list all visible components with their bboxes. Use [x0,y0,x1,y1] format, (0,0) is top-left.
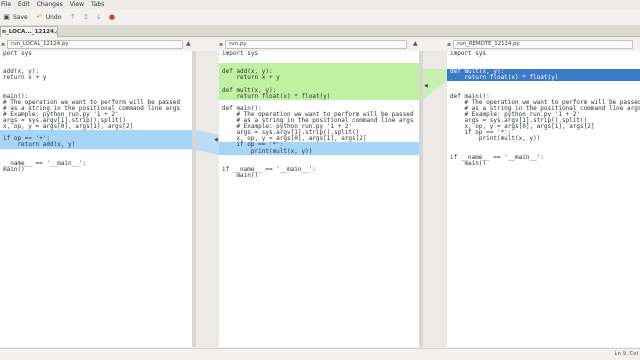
status-bar: Ln 9, Col [0,348,640,360]
tab-file[interactable]: n_LOCA..._12124.py [0,26,58,37]
menu-tabs[interactable]: Tabs [91,1,104,8]
left-link-map-svg: ◀ [196,130,219,155]
left-editor[interactable]: port sys add(x, y): return x + y main(): # T… [0,51,192,347]
left-file-field[interactable]: run_LOCAL_12124.py [7,39,184,49]
menu-bar: File Edit Changes View Tabs [0,0,640,9]
left-link-map: ◀ [196,51,219,347]
middle-editor[interactable]: import sys def add(x, y): return x + y def… [219,51,419,347]
code-line[interactable]: main() [0,166,192,173]
lock-icon[interactable]: ▲ [186,41,192,47]
previous-change-icon[interactable]: ↑ [69,13,76,21]
right-editor[interactable]: import sys def mult(x, y): return float(x… [447,51,640,347]
code-line[interactable]: main() [219,172,419,179]
right-file-field[interactable]: run_REMOTE_12124.py [453,39,634,49]
save-button[interactable]: ▣ Save [3,12,28,21]
cursor-position: Ln 9, Col [614,351,638,357]
code-line[interactable]: main() [447,160,640,167]
right-link-map-svg: ◀ [423,69,447,99]
file-icon: ▪ [1,40,6,48]
merge-icon[interactable]: ↓ [95,13,102,21]
tab-bar: n_LOCA..._12124.py [0,25,640,37]
middle-pane-header: ▪ run.py ▲ [219,38,423,50]
save-icon: ▣ [3,12,10,21]
middle-file-field[interactable]: run.py [225,39,408,49]
menu-edit[interactable]: Edit [18,1,30,8]
right-link-map: ◀ [423,51,447,347]
file-icon: ▪ [219,40,224,48]
merge-arrow-icon: ◀ [214,137,218,143]
next-change-icon[interactable]: ↥ [82,13,89,21]
left-pane-header: ▪ run_LOCAL_12124.py ▲ [0,38,196,50]
file-icon: ▪ [447,40,452,48]
right-pane-header: ▪ run_REMOTE_12124.py [447,38,640,50]
menu-changes[interactable]: Changes [37,1,63,8]
menu-file[interactable]: File [1,1,11,8]
undo-button[interactable]: ↶ Undo [36,12,62,21]
menu-view[interactable]: View [70,1,84,8]
merge-arrow-icon: ◀ [424,83,428,89]
save-label: Save [13,13,28,21]
toolbar: ▣ Save ↶ Undo ↑ ↥ ↓ ● [0,9,640,25]
undo-label: Undo [45,13,62,21]
lock-icon[interactable]: ▲ [413,41,419,47]
stop-icon[interactable]: ● [108,13,115,21]
undo-icon: ↶ [36,12,43,21]
